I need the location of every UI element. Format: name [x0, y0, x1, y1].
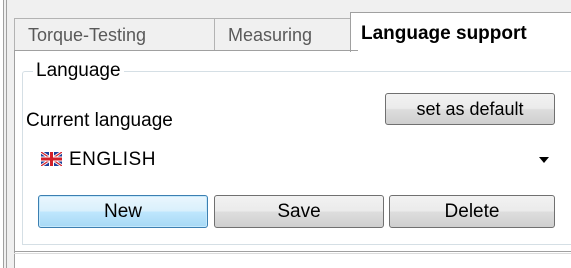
selected-language: ENGLISH	[69, 149, 156, 170]
chevron-down-icon[interactable]	[539, 157, 549, 163]
language-group-title: Language	[33, 60, 124, 82]
tab-divider	[14, 50, 358, 51]
delete-button[interactable]: Delete	[389, 195, 555, 228]
language-select[interactable]: ENGLISH	[26, 141, 564, 178]
window-left-edge	[0, 0, 4, 268]
tab-strip: Torque-Testing Measuring Language suppor…	[8, 4, 571, 52]
panel-bottom-divider-shadow	[14, 253, 571, 254]
tab-measuring[interactable]: Measuring	[214, 18, 350, 50]
window-left-border	[6, 0, 7, 268]
uk-flag-icon	[41, 152, 62, 166]
panel-bottom-divider	[14, 251, 571, 252]
save-button[interactable]: Save	[214, 195, 384, 228]
current-language-label: Current language	[26, 110, 173, 131]
tab-torque-testing[interactable]: Torque-Testing	[14, 18, 214, 50]
tab-language-support[interactable]: Language support	[350, 12, 571, 52]
set-as-default-button[interactable]: set as default	[385, 93, 555, 125]
new-button[interactable]: New	[38, 195, 208, 228]
